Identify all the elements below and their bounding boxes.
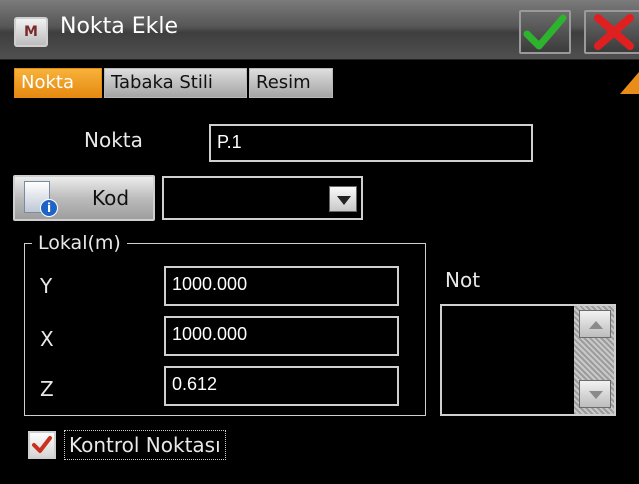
- app-icon: M: [14, 17, 48, 47]
- window-title: Nokta Ekle: [60, 14, 179, 39]
- dropdown-arrow-icon[interactable]: [329, 186, 357, 212]
- chevron-down-icon: [589, 391, 603, 399]
- checkmark-icon: [523, 14, 567, 50]
- info-badge-icon: i: [40, 199, 58, 217]
- scroll-up-button[interactable]: [579, 310, 611, 338]
- control-point-label[interactable]: Kontrol Noktası: [64, 430, 226, 460]
- nokta-name-field[interactable]: P.1: [209, 124, 533, 162]
- kod-button-label: Kod: [92, 186, 130, 210]
- lokal-group-label: Lokal(m): [32, 232, 127, 254]
- chevron-down-icon: [337, 196, 351, 205]
- y-label: Y: [40, 274, 53, 298]
- tab-scroll-arrow-icon[interactable]: [620, 72, 639, 94]
- tab-nokta[interactable]: Nokta: [14, 68, 102, 98]
- checkmark-icon: [32, 436, 52, 453]
- scroll-down-button[interactable]: [579, 380, 611, 408]
- x-field[interactable]: 1000.000: [164, 316, 399, 356]
- nokta-label: Nokta: [84, 128, 143, 152]
- close-icon: [594, 14, 634, 50]
- control-point-checkbox[interactable]: [28, 431, 56, 459]
- cancel-button[interactable]: [584, 10, 639, 54]
- tab-tabaka-stili[interactable]: Tabaka Stili: [104, 68, 247, 98]
- z-label: Z: [40, 377, 54, 401]
- not-label: Not: [445, 268, 481, 292]
- y-field[interactable]: 1000.000: [164, 266, 399, 306]
- z-field[interactable]: 0.612: [164, 366, 399, 406]
- x-label: X: [40, 327, 54, 351]
- ok-button[interactable]: [519, 10, 571, 54]
- chevron-up-icon: [589, 321, 603, 329]
- tab-resim[interactable]: Resim: [249, 68, 333, 98]
